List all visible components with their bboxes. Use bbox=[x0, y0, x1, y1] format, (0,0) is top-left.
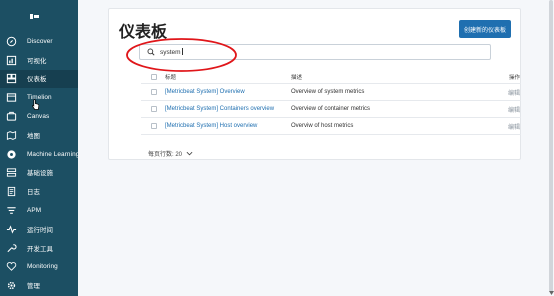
sidebar-item-maps[interactable]: 地图 bbox=[0, 126, 78, 145]
table-row: [Metricbeat System] Containers overview … bbox=[141, 101, 521, 118]
row-checkbox[interactable] bbox=[151, 123, 157, 129]
search-input[interactable]: system bbox=[139, 44, 491, 60]
dashboard-icon bbox=[6, 73, 17, 84]
sidebar-item-label: Machine Learning bbox=[27, 150, 80, 158]
dashboard-link[interactable]: [Metricbeat System] Overview bbox=[165, 89, 245, 95]
logs-icon bbox=[6, 186, 17, 197]
sidebar-item-label: APM bbox=[27, 207, 42, 215]
column-header-title[interactable]: 标题 bbox=[165, 73, 176, 81]
sidebar-item-dev-tools[interactable]: 开发工具 bbox=[0, 239, 78, 258]
sidebar-item-label: 开发工具 bbox=[27, 245, 53, 253]
sidebar-item-label: Canvas bbox=[27, 113, 50, 121]
sidebar-item-label: Discover bbox=[27, 37, 53, 45]
table-header-row: 标题 描述 操作 bbox=[141, 71, 521, 84]
dashboard-description: Overview of container metrics bbox=[291, 106, 371, 112]
sidebar-item-label: 仪表板 bbox=[27, 76, 47, 84]
compass-icon bbox=[6, 36, 17, 47]
dashboard-description: Overviw of host metrics bbox=[291, 123, 354, 129]
row-checkbox[interactable] bbox=[151, 106, 157, 112]
dashboard-list-panel: 仪表板 创建新的仪表板 system 标题 描述 操作 [Metricbeat … bbox=[108, 8, 521, 160]
search-icon bbox=[147, 48, 155, 56]
sidebar-item-uptime[interactable]: 运行时间 bbox=[0, 220, 78, 239]
sidebar-item-machine-learning[interactable]: Machine Learning bbox=[0, 145, 80, 164]
table-row: [Metricbeat System] Overview Overview of… bbox=[141, 84, 521, 101]
vertical-scrollbar[interactable] bbox=[548, 0, 554, 296]
timelion-icon bbox=[6, 92, 17, 103]
scrollbar-thumb[interactable] bbox=[549, 0, 553, 292]
sidebar-item-label: 可视化 bbox=[27, 57, 47, 65]
sidebar-item-label: Timelion bbox=[27, 94, 52, 102]
canvas-icon bbox=[6, 111, 17, 122]
sidebar: Discover 可视化 仪表板 Timelion Canvas 地图 Mach… bbox=[0, 0, 80, 296]
table-row: [Metricbeat System] Host overview Overvi… bbox=[141, 118, 521, 135]
column-header-actions: 操作 bbox=[508, 75, 520, 81]
create-dashboard-button[interactable]: 创建新的仪表板 bbox=[459, 20, 511, 38]
edit-link[interactable]: 编辑 bbox=[508, 122, 520, 131]
sidebar-item-label: 基础设施 bbox=[27, 170, 53, 178]
dashboard-link[interactable]: [Metricbeat System] Host overview bbox=[165, 123, 257, 129]
sidebar-item-label: 管理 bbox=[27, 283, 40, 291]
select-all-checkbox[interactable] bbox=[151, 74, 157, 80]
sidebar-item-monitoring[interactable]: Monitoring bbox=[0, 258, 78, 277]
kibana-logo-icon[interactable] bbox=[30, 14, 39, 19]
sidebar-item-label: Monitoring bbox=[27, 263, 58, 271]
apm-icon bbox=[6, 205, 17, 216]
sidebar-item-management[interactable]: 管理 bbox=[0, 276, 78, 295]
gear-icon bbox=[6, 280, 17, 291]
sidebar-item-label: 日志 bbox=[27, 189, 40, 197]
sidebar-item-apm[interactable]: APM bbox=[0, 201, 78, 220]
page-title: 仪表板 bbox=[119, 22, 168, 41]
search-value: system bbox=[160, 49, 181, 56]
sidebar-item-infrastructure[interactable]: 基础设施 bbox=[0, 164, 78, 183]
visualize-icon bbox=[6, 55, 17, 66]
map-icon bbox=[6, 130, 17, 141]
scroll-down-arrow-icon[interactable] bbox=[548, 290, 554, 296]
dev-tools-icon bbox=[6, 243, 17, 254]
sidebar-item-timelion[interactable]: Timelion bbox=[0, 88, 78, 107]
chevron-down-icon bbox=[186, 151, 193, 156]
dashboard-link[interactable]: [Metricbeat System] Containers overview bbox=[165, 106, 274, 112]
sidebar-item-visualize[interactable]: 可视化 bbox=[0, 51, 78, 70]
sidebar-item-canvas[interactable]: Canvas bbox=[0, 107, 78, 126]
sidebar-item-discover[interactable]: Discover bbox=[0, 32, 78, 51]
sidebar-item-dashboard[interactable]: 仪表板 bbox=[0, 69, 78, 89]
dashboard-table: 标题 描述 操作 [Metricbeat System] Overview Ov… bbox=[141, 71, 521, 135]
dashboard-description: Overview of system metrics bbox=[291, 89, 365, 95]
sidebar-item-logs[interactable]: 日志 bbox=[0, 182, 78, 201]
edit-link[interactable]: 编辑 bbox=[508, 105, 520, 114]
edit-link[interactable]: 编辑 bbox=[508, 88, 520, 97]
uptime-icon bbox=[6, 224, 17, 235]
sidebar-item-label: 运行时间 bbox=[27, 226, 53, 234]
column-header-description: 描述 bbox=[291, 75, 303, 81]
sidebar-nav: Discover 可视化 仪表板 Timelion Canvas 地图 Mach… bbox=[0, 32, 80, 295]
row-checkbox[interactable] bbox=[151, 89, 157, 95]
rows-per-page-selector[interactable]: 每页行数: 20 bbox=[148, 149, 193, 158]
machine-learning-icon bbox=[6, 149, 17, 160]
sidebar-item-label: 地图 bbox=[27, 132, 40, 140]
infrastructure-icon bbox=[6, 167, 17, 178]
main-content: 仪表板 创建新的仪表板 system 标题 描述 操作 [Metricbeat … bbox=[78, 0, 554, 296]
monitoring-icon bbox=[6, 261, 17, 272]
rows-per-page-label: 每页行数: 20 bbox=[148, 152, 183, 158]
